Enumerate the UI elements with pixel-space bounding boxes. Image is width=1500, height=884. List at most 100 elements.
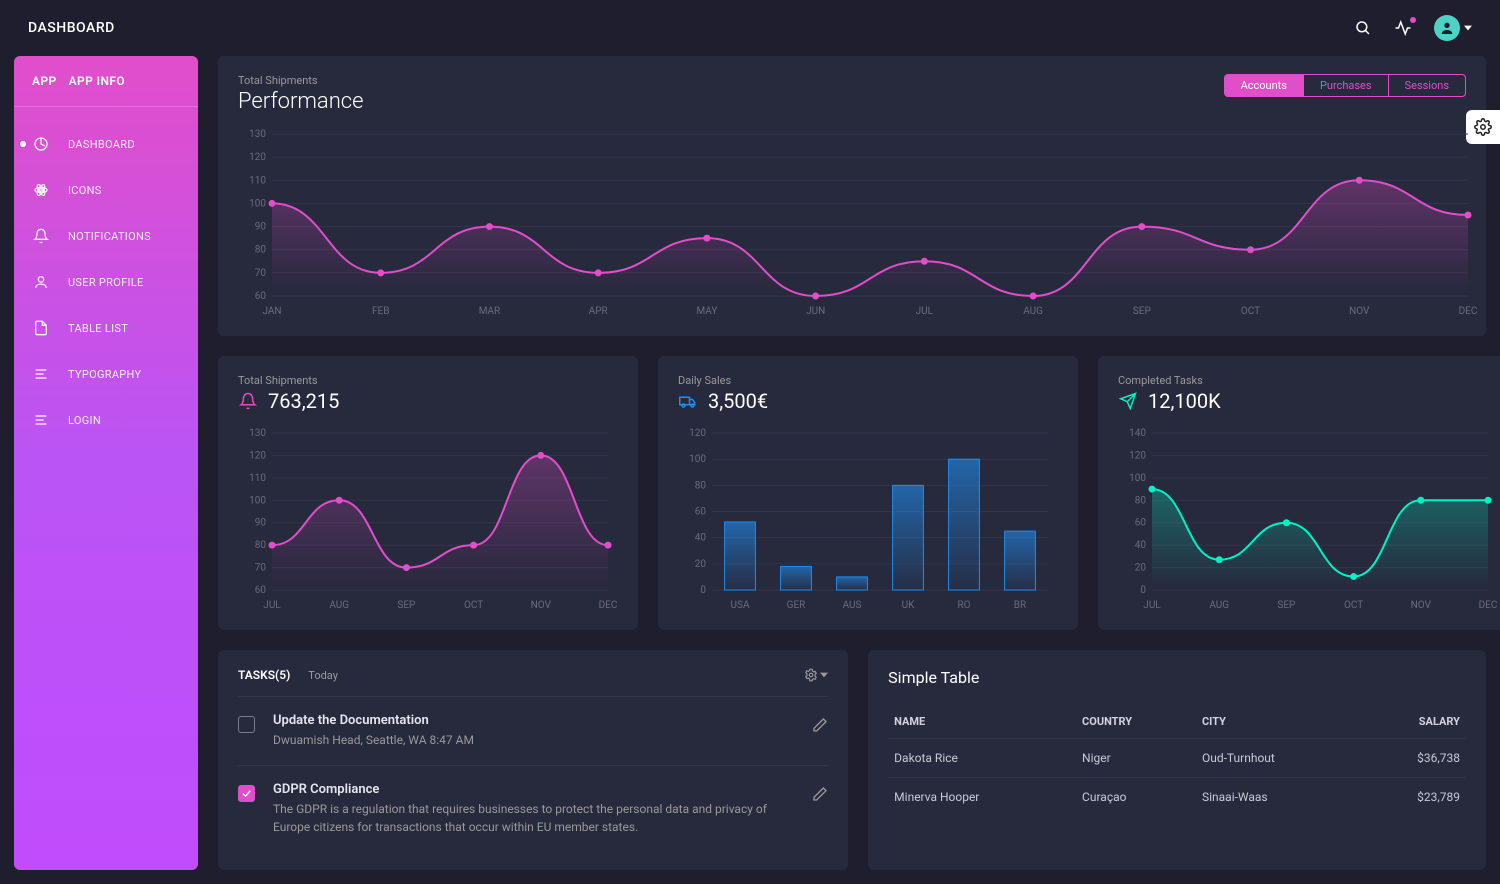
performance-card: Total Shipments Performance AccountsPurc… [218,56,1486,336]
svg-text:140: 140 [1129,428,1146,439]
svg-text:70: 70 [255,268,267,279]
sidebar-item-typography[interactable]: TYPOGRAPHY [14,351,198,397]
caret-down-icon [1464,24,1472,32]
performance-title: Performance [238,89,364,114]
nav-icon [32,135,50,153]
table-title: Simple Table [888,668,1466,687]
shipments-value: 763,215 [268,389,339,413]
nav-icon [32,227,50,245]
sidebar-item-label: TYPOGRAPHY [68,368,141,381]
tasks-menu-button[interactable] [804,668,828,682]
shipments-chart: 60708090100110120130JULAUGSEPOCTNOVDEC [238,427,618,612]
tab-sessions[interactable]: Sessions [1388,75,1465,96]
send-icon [1118,391,1138,411]
simple-table: NAMECOUNTRYCITYSALARY Dakota RiceNigerOu… [888,705,1466,816]
svg-text:OCT: OCT [1344,600,1363,611]
svg-text:40: 40 [1135,540,1147,551]
sidebar-item-label: NOTIFICATIONS [68,230,151,243]
activity-icon[interactable] [1394,19,1412,37]
task-list: Update the DocumentationDwuamish Head, S… [238,696,828,852]
svg-text:GER: GER [787,600,806,611]
sidebar-item-label: ICONS [68,184,102,197]
svg-text:OCT: OCT [464,600,483,611]
sidebar-item-table-list[interactable]: TABLE LIST [14,305,198,351]
topbar: DASHBOARD [0,0,1500,56]
table-row: Dakota RiceNigerOud-Turnhout$36,738 [888,739,1466,778]
user-menu[interactable] [1434,15,1472,41]
table-row: Minerva HooperCuraçaoSinaai-Waas$23,789 [888,778,1466,817]
svg-text:NOV: NOV [1349,306,1370,317]
svg-text:130: 130 [249,428,266,439]
task-edit-button[interactable] [812,786,828,806]
svg-text:DEC: DEC [1459,306,1478,317]
table-cell: Oud-Turnhout [1196,739,1360,778]
svg-text:DEC: DEC [599,600,618,611]
svg-text:SEP: SEP [397,600,415,611]
topbar-actions [1354,15,1472,41]
sidebar-item-label: LOGIN [68,414,101,427]
sidebar-item-label: DASHBOARD [68,138,135,151]
svg-text:RO: RO [957,600,970,611]
task-title: GDPR Compliance [273,782,794,797]
svg-text:100: 100 [249,495,266,506]
sidebar-item-user-profile[interactable]: USER PROFILE [14,259,198,305]
task-edit-button[interactable] [812,717,828,737]
nav-icon [32,181,50,199]
tasks-card: TASKS(5) Today Update the DocumentationD… [218,650,848,870]
svg-text:AUS: AUS [843,600,862,611]
bell-icon [238,391,258,411]
performance-tabs: AccountsPurchasesSessions [1224,74,1466,97]
svg-text:100: 100 [1129,473,1146,484]
search-icon[interactable] [1354,19,1372,37]
svg-text:80: 80 [1135,495,1147,506]
avatar [1434,15,1460,41]
tasks-heading: TASKS(5) [238,668,290,682]
sidebar-item-login[interactable]: LOGIN [14,397,198,443]
svg-text:60: 60 [695,507,707,518]
svg-text:40: 40 [695,533,707,544]
sidebar-nav: DASHBOARD ICONS NOTIFICATIONS USER PROFILE T… [14,107,198,443]
sales-chart: 020406080100120USAGERAUSUKROBR [678,427,1058,612]
table-cell: $36,738 [1360,739,1466,778]
task-checkbox[interactable] [238,716,255,733]
sidebar-item-label: TABLE LIST [68,322,128,335]
svg-text:SEP: SEP [1277,600,1295,611]
task-row: Update the DocumentationDwuamish Head, S… [238,696,828,765]
table-cell: Curaçao [1076,778,1196,817]
tab-accounts[interactable]: Accounts [1225,75,1303,96]
sidebar-item-notifications[interactable]: NOTIFICATIONS [14,213,198,259]
svg-text:FEB: FEB [372,306,389,317]
task-desc: Dwuamish Head, Seattle, WA 8:47 AM [273,732,794,749]
svg-text:AUG: AUG [329,600,349,611]
table-header: SALARY [1360,705,1466,739]
tab-purchases[interactable]: Purchases [1303,75,1388,96]
svg-text:110: 110 [249,175,266,186]
svg-text:MAR: MAR [479,306,501,317]
tasks-when: Today [308,669,338,682]
svg-text:60: 60 [255,291,267,302]
table-cell: Minerva Hooper [888,778,1076,817]
svg-text:80: 80 [695,480,707,491]
table-cell: $23,789 [1360,778,1466,817]
brand-long: APP INFO [69,74,125,88]
nav-icon [32,365,50,383]
svg-text:OCT: OCT [1241,306,1260,317]
svg-text:60: 60 [1135,518,1147,529]
nav-icon [32,273,50,291]
sidebar-item-icons[interactable]: ICONS [14,167,198,213]
sidebar-item-dashboard[interactable]: DASHBOARD [14,121,198,167]
sales-value: 3,500€ [708,389,768,413]
table-cell: Sinaai-Waas [1196,778,1360,817]
nav-icon [32,319,50,337]
svg-text:NOV: NOV [531,600,552,611]
task-desc: The GDPR is a regulation that requires b… [273,801,794,836]
completed-subtitle: Completed Tasks [1118,374,1498,387]
shipments-subtitle: Total Shipments [238,374,618,387]
simple-table-card: Simple Table NAMECOUNTRYCITYSALARY Dakot… [868,650,1486,870]
svg-text:JUL: JUL [263,600,281,611]
svg-text:AUG: AUG [1209,600,1229,611]
svg-text:70: 70 [255,563,267,574]
sidebar-brand[interactable]: APP APP INFO [14,74,198,107]
svg-text:JUL: JUL [916,306,934,317]
svg-text:JAN: JAN [262,306,281,317]
